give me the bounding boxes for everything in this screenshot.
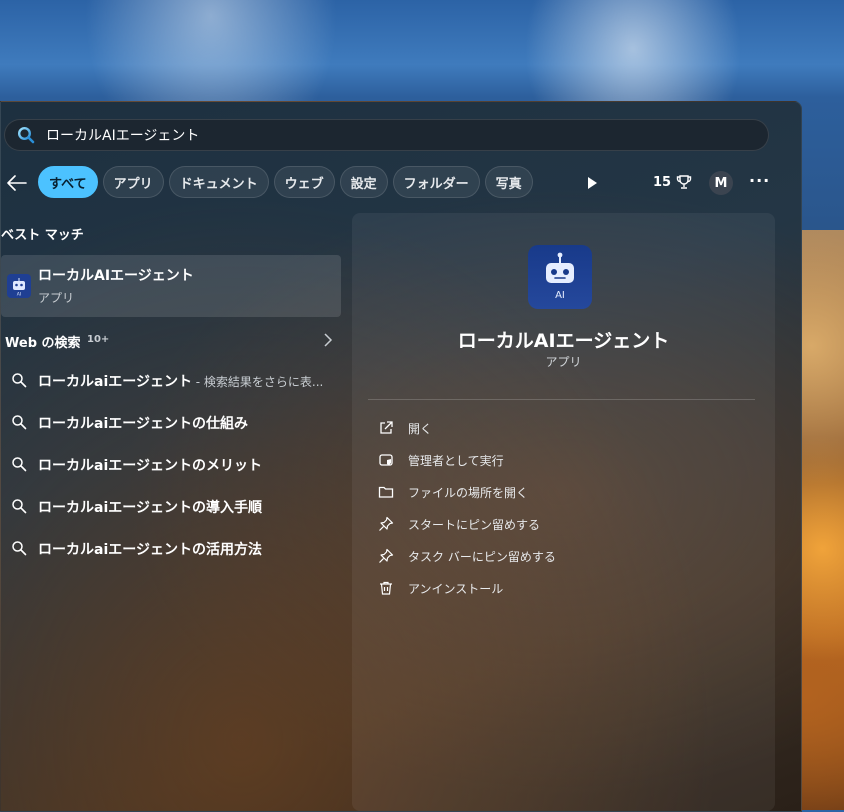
best-match-result[interactable]: AI ローカルAIエージェント アプリ (1, 255, 341, 317)
web-suggestion[interactable]: ローカルaiエージェント - 検索結果をさらに表... (1, 362, 341, 398)
search-icon (12, 541, 27, 556)
filter-settings[interactable]: 設定 (339, 166, 388, 198)
search-icon (17, 126, 35, 144)
web-result-count: 10+ (87, 334, 110, 345)
avatar[interactable]: M (709, 171, 733, 195)
suggestion-text: ローカルaiエージェント (38, 374, 192, 390)
action-label: 開く (408, 422, 433, 436)
play-icon[interactable] (585, 175, 599, 191)
pin-icon (379, 516, 394, 531)
action-open-file-location[interactable]: ファイルの場所を開く (378, 480, 738, 504)
detail-pane: AI ローカルAIエージェント アプリ 開く 管理者として実行 ファイルの場所を… (352, 213, 775, 811)
suggestion-hint: - 検索結果をさらに表... (191, 375, 324, 389)
search-icon (12, 499, 27, 514)
rewards-points[interactable]: 15 (653, 174, 692, 190)
more-options-icon[interactable]: ··· (749, 171, 770, 190)
web-search-header[interactable]: Web の検索 10+ (5, 332, 337, 351)
search-icon (12, 373, 27, 388)
search-panel: すべて アプリ ドキュメント ウェブ 設定 フォルダー 写真 15 M ··· … (0, 101, 802, 812)
trophy-icon (676, 175, 692, 189)
action-uninstall[interactable]: アンインストール (378, 576, 738, 600)
action-label: ファイルの場所を開く (408, 486, 529, 500)
best-match-name: ローカルAIエージェント (38, 268, 194, 284)
filter-documents[interactable]: ドキュメント (168, 166, 269, 198)
detail-title: ローカルAIエージェント (457, 330, 670, 352)
web-suggestion[interactable]: ローカルaiエージェントの導入手順 (1, 488, 341, 524)
web-suggestion[interactable]: ローカルaiエージェントの活用方法 (1, 530, 341, 566)
suggestion-text: ローカルaiエージェントの導入手順 (38, 500, 262, 516)
trash-icon (380, 581, 392, 595)
filter-chips: すべて アプリ ドキュメント ウェブ 設定 フォルダー 写真 (38, 166, 533, 198)
filter-apps[interactable]: アプリ (102, 166, 164, 198)
rewards-count: 15 (653, 174, 672, 190)
back-arrow-icon[interactable] (7, 175, 27, 191)
best-match-heading: ベスト マッチ (1, 228, 84, 243)
action-label: アンインストール (408, 582, 504, 596)
search-box[interactable] (4, 119, 769, 151)
search-icon (12, 415, 27, 430)
web-suggestion[interactable]: ローカルaiエージェントの仕組み (1, 404, 341, 440)
filter-folders[interactable]: フォルダー (392, 166, 480, 198)
detail-divider (368, 399, 755, 400)
action-pin-to-start[interactable]: スタートにピン留めする (378, 512, 738, 536)
action-label: タスク バーにピン留めする (408, 550, 556, 564)
best-match-type: アプリ (38, 291, 75, 305)
suggestion-text: ローカルaiエージェントの活用方法 (38, 542, 262, 558)
folder-icon (378, 486, 394, 498)
open-external-icon (380, 421, 393, 434)
action-label: スタートにピン留めする (408, 518, 541, 532)
pin-icon (379, 548, 394, 563)
filter-photos[interactable]: 写真 (484, 166, 533, 198)
detail-type: アプリ (545, 355, 582, 369)
shield-admin-icon (379, 454, 393, 466)
search-input[interactable] (44, 126, 728, 144)
search-icon (12, 457, 27, 472)
action-label: 管理者として実行 (408, 454, 504, 468)
filter-web[interactable]: ウェブ (273, 166, 335, 198)
suggestion-text: ローカルaiエージェントの仕組み (38, 416, 248, 432)
filter-all[interactable]: すべて (38, 166, 98, 198)
web-suggestion[interactable]: ローカルaiエージェントのメリット (1, 446, 341, 482)
action-pin-to-taskbar[interactable]: タスク バーにピン留めする (378, 544, 738, 568)
action-run-as-admin[interactable]: 管理者として実行 (378, 448, 738, 472)
suggestion-text: ローカルaiエージェントのメリット (38, 458, 262, 474)
chevron-right-icon (324, 333, 333, 347)
app-icon-label: AI (555, 290, 565, 301)
svg-text:AI: AI (17, 292, 21, 298)
ai-agent-app-icon: AI (7, 274, 31, 298)
action-open[interactable]: 開く (378, 416, 738, 440)
web-search-heading: Web の検索 (5, 336, 81, 351)
ai-agent-app-icon: AI (528, 245, 592, 309)
